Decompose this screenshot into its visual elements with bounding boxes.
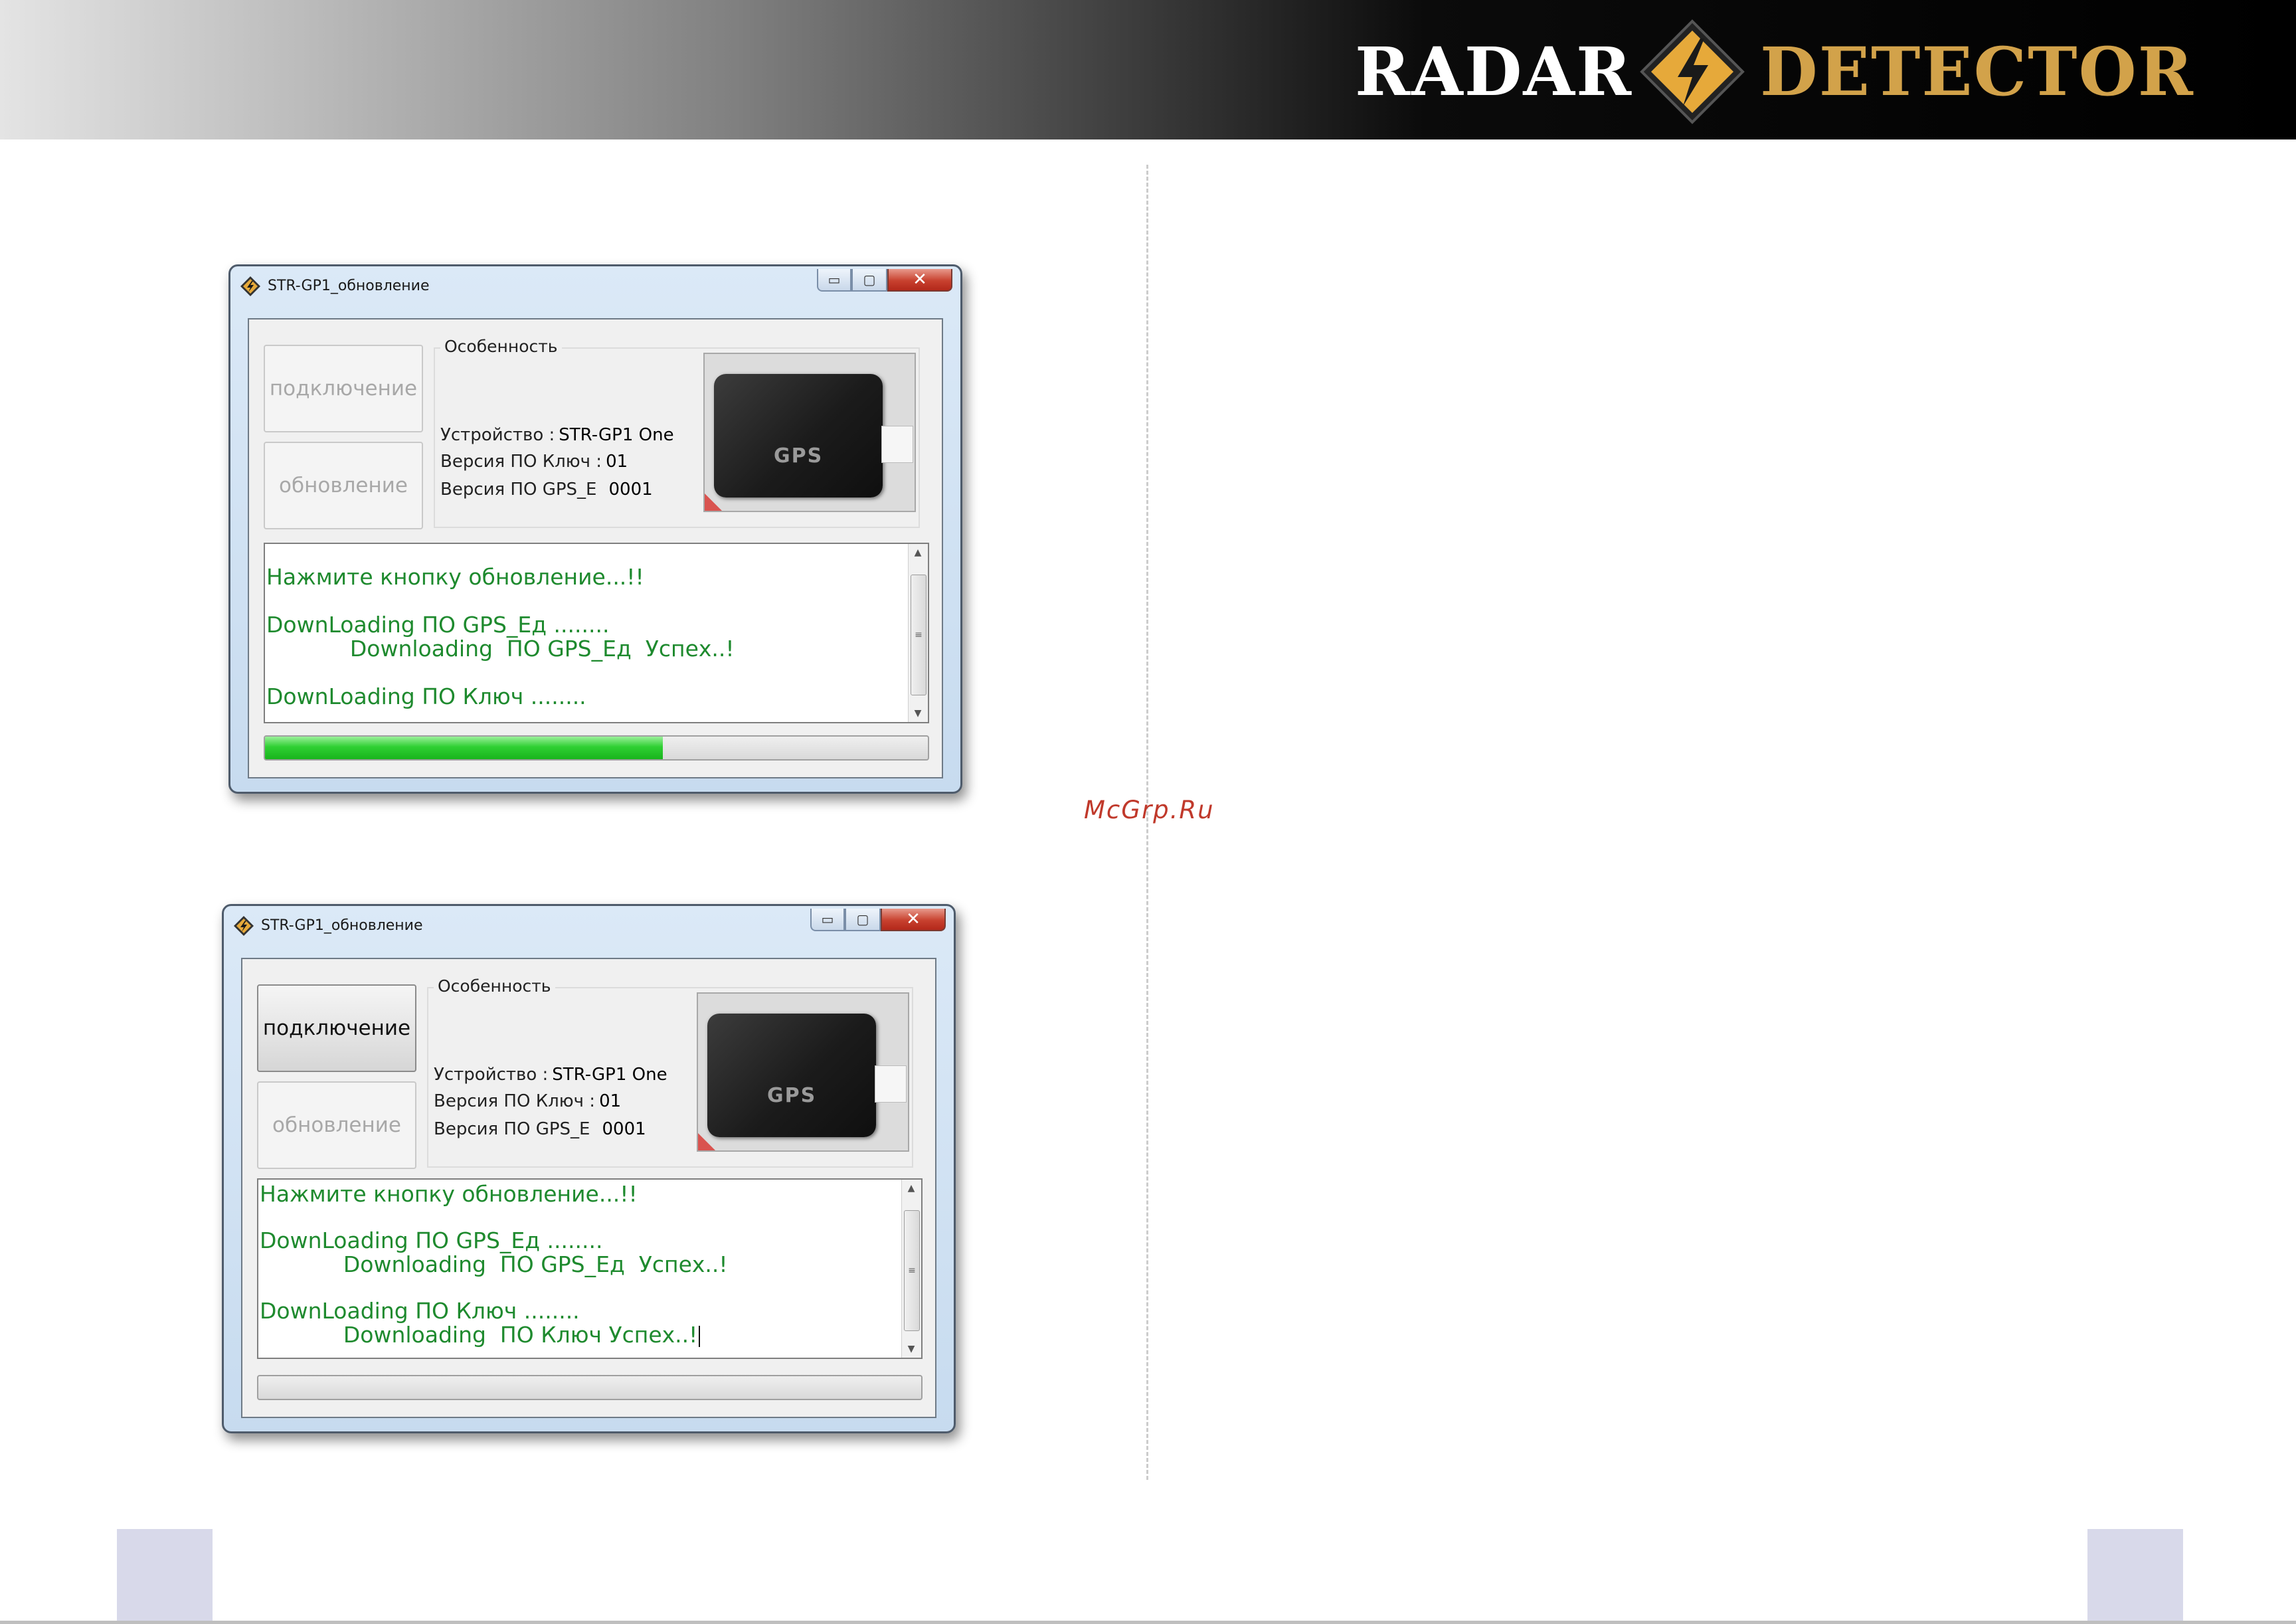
update-button[interactable]: обновление [264, 442, 423, 529]
log-line: Downloading ПО Ключ Успех..! [260, 1322, 698, 1348]
device-info: Устройство : STR-GP1 One [434, 1061, 667, 1088]
log-line: DownLoading ПО GPS_Ед ........ [260, 1227, 603, 1253]
key-version-value: 01 [606, 452, 628, 472]
features-group: Особенность Устройство : STR-GP1 One Верс… [427, 976, 913, 1168]
gps-device-image: GPS [697, 992, 909, 1152]
log-line: DownLoading ПО GPS_Ед ........ [266, 612, 610, 638]
progress-bar [257, 1375, 923, 1400]
connect-button[interactable]: подключение [264, 345, 423, 432]
device-corner-mark [698, 1133, 715, 1150]
usb-plug [875, 1065, 907, 1103]
app-icon [234, 916, 254, 936]
gps-device-label: GPS [774, 444, 824, 468]
scroll-up-icon[interactable]: ▲ [902, 1180, 921, 1197]
lightning-diamond-icon [1640, 19, 1745, 124]
usb-plug [881, 426, 913, 463]
features-group-label: Особенность [440, 337, 562, 356]
page-corner-left [117, 1529, 213, 1624]
close-icon: ✕ [913, 270, 927, 290]
window-title: STR-GP1_обновление [261, 917, 423, 934]
log-line-last: Downloading ПО Ключ Успех..! [260, 1322, 701, 1348]
text-caret [699, 1325, 701, 1347]
log-output[interactable]: Нажмите кнопку обновление...!! DownLoadi… [257, 1178, 923, 1359]
app-icon [240, 276, 260, 296]
gps-device-image: GPS [703, 353, 916, 512]
log-line: Downloading ПО GPS_Ед Успех..! [260, 1251, 728, 1277]
minimize-icon: ▭ [828, 272, 841, 288]
logo-text-detector: DETECTOR [1760, 33, 2194, 111]
log-line: Downloading ПО GPS_Ед Успех..! [266, 636, 735, 662]
gps-dongle: GPS [714, 374, 883, 497]
gps-version-info: Версия ПО GPS_E 0001 [434, 1116, 646, 1142]
log-output[interactable]: Нажмите кнопку обновление...!! DownLoadi… [264, 543, 929, 723]
connect-button[interactable]: подключение [257, 984, 416, 1072]
device-info: Устройство : STR-GP1 One [440, 422, 674, 448]
device-value: STR-GP1 One [552, 1065, 667, 1085]
maximize-icon: ▢ [856, 911, 869, 927]
log-line: DownLoading ПО Ключ ........ [266, 683, 586, 709]
key-version-label: Версия ПО Ключ : [434, 1091, 596, 1111]
device-corner-mark [705, 494, 722, 511]
gps-version-info: Версия ПО GPS_E 0001 [440, 476, 653, 503]
minimize-icon: ▭ [821, 911, 834, 927]
features-group: Особенность Устройство : STR-GP1 One Верс… [434, 337, 920, 528]
page-corner-right [2087, 1529, 2183, 1624]
key-version-info: Версия ПО Ключ :01 [440, 448, 628, 475]
close-button[interactable]: ✕ [881, 909, 946, 931]
updater-window-1: STR-GP1_обновление ▭ ▢ ✕ подключение обн… [228, 264, 962, 794]
device-label: Устройство : [440, 425, 555, 445]
scroll-up-icon[interactable]: ▲ [909, 544, 927, 561]
window-client-area: подключение обновление Особенность Устро… [248, 318, 943, 778]
gps-version-value: 0001 [602, 1119, 646, 1139]
maximize-button[interactable]: ▢ [845, 909, 881, 931]
gps-version-label: Версия ПО GPS_E [434, 1119, 590, 1139]
updater-window-2: STR-GP1_обновление ▭ ▢ ✕ подключение обн… [222, 904, 956, 1433]
log-line: Нажмите кнопку обновление...!! [266, 564, 644, 590]
window-title: STR-GP1_обновление [268, 278, 430, 294]
minimize-button[interactable]: ▭ [817, 269, 851, 292]
scroll-thumb[interactable]: ≡ [911, 575, 927, 695]
title-bar[interactable]: STR-GP1_обновление ▭ ▢ ✕ [230, 266, 960, 306]
key-version-value: 01 [599, 1091, 622, 1111]
features-group-label: Особенность [434, 976, 555, 996]
device-label: Устройство : [434, 1065, 549, 1085]
scroll-down-icon[interactable]: ▼ [902, 1340, 921, 1358]
log-line: Нажмите кнопку обновление...!! [260, 1181, 638, 1207]
maximize-icon: ▢ [863, 272, 876, 288]
progress-fill [265, 737, 663, 759]
close-icon: ✕ [906, 909, 921, 929]
page-bottom-line [0, 1621, 2296, 1624]
key-version-info: Версия ПО Ключ :01 [434, 1088, 621, 1115]
device-value: STR-GP1 One [559, 425, 674, 445]
title-bar[interactable]: STR-GP1_обновление ▭ ▢ ✕ [224, 906, 954, 946]
logo-text-radar: RADAR [1355, 33, 1633, 111]
scroll-thumb[interactable]: ≡ [904, 1210, 920, 1331]
minimize-button[interactable]: ▭ [810, 909, 845, 931]
log-scrollbar[interactable]: ▲ ≡ ▼ [908, 544, 928, 722]
watermark-text: McGrp.Ru [1084, 796, 1215, 824]
header-banner: RADAR DETECTOR [0, 0, 2296, 139]
update-button[interactable]: обновление [257, 1081, 416, 1169]
close-button[interactable]: ✕ [887, 269, 952, 292]
scroll-down-icon[interactable]: ▼ [909, 705, 927, 722]
gps-dongle: GPS [707, 1014, 876, 1137]
gps-version-value: 0001 [608, 480, 653, 499]
log-scrollbar[interactable]: ▲ ≡ ▼ [901, 1180, 921, 1358]
window-client-area: подключение обновление Особенность Устро… [241, 958, 936, 1418]
maximize-button[interactable]: ▢ [851, 269, 887, 292]
progress-bar [264, 735, 929, 761]
key-version-label: Версия ПО Ключ : [440, 452, 602, 472]
gps-version-label: Версия ПО GPS_E [440, 480, 597, 499]
gps-device-label: GPS [767, 1084, 817, 1107]
log-line: DownLoading ПО Ключ ........ [260, 1298, 580, 1324]
